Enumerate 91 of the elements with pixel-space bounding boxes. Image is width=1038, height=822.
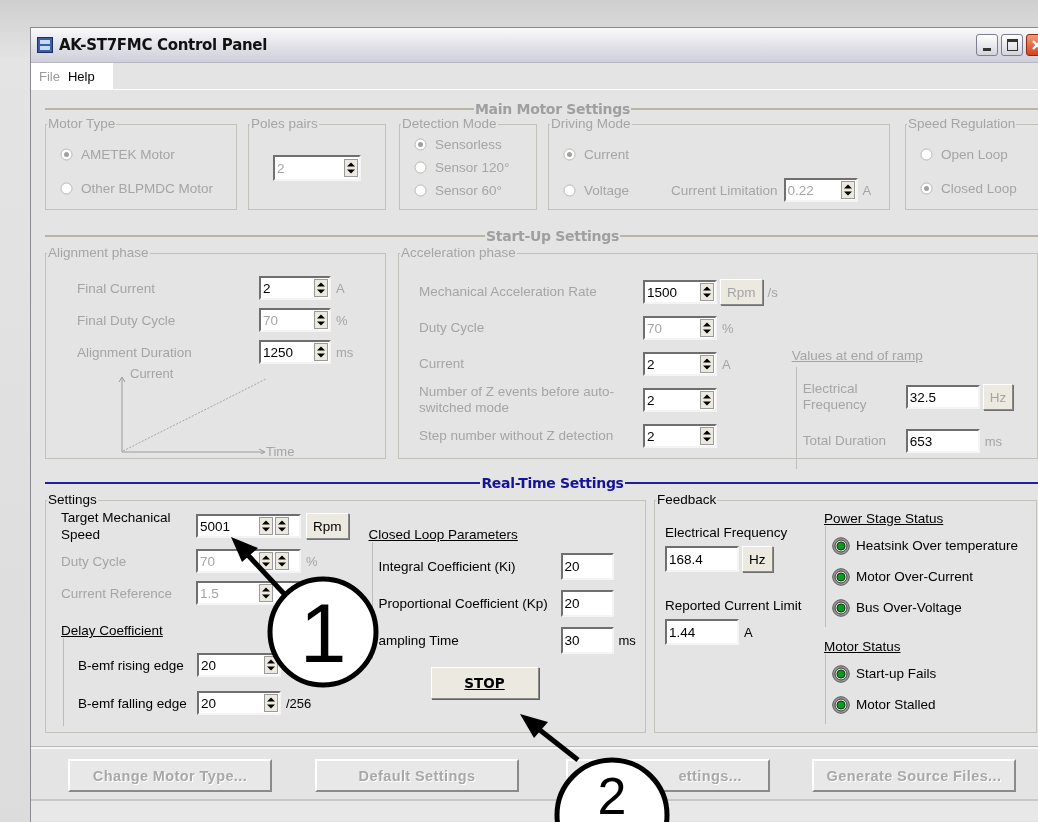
field-label: Electrical Frequency: [665, 525, 789, 540]
status-label: Start-up Fails: [856, 666, 937, 681]
option-label: Voltage: [584, 182, 630, 198]
input-field[interactable]: 20: [560, 553, 614, 580]
status-label: Bus Over-Voltage: [856, 600, 962, 615]
minimize-button[interactable]: [976, 34, 998, 56]
spin-field[interactable]: 20: [197, 691, 281, 715]
axis-label: Time: [266, 444, 295, 459]
subsection-title: Closed Loop Parameters: [368, 527, 518, 542]
field-label: Final Duty Cycle: [77, 312, 177, 328]
unit-label: A: [862, 182, 872, 198]
spin-field[interactable]: 20: [197, 653, 281, 677]
stop-button[interactable]: STOP: [430, 667, 539, 699]
subsection-title: Values at end of ramp: [791, 348, 923, 363]
group-title: Poles pairs: [250, 117, 319, 131]
option-label: Open Loop: [941, 146, 1008, 162]
output-field: 1.44: [665, 619, 739, 645]
option-label: Closed Loop: [941, 180, 1017, 196]
unit-label: %: [336, 312, 348, 328]
spin-buttons[interactable]: [840, 181, 855, 199]
unit-label: ms: [336, 344, 354, 360]
app-icon: [37, 37, 53, 53]
subsection-title: Delay Coefficient: [61, 623, 163, 638]
field-label: B-emf rising edge: [78, 657, 185, 673]
axis-label: Current: [130, 366, 174, 381]
input-field[interactable]: 30: [560, 627, 614, 654]
group-title: Detection Mode: [401, 117, 498, 131]
spin-buttons[interactable]: [264, 694, 278, 712]
group-title: Settings: [47, 493, 98, 507]
field-label: Current Reference: [61, 584, 174, 602]
field-label: Proportional Coefficient (Kp): [378, 596, 549, 611]
numbered-callout: 1: [267, 576, 379, 688]
arrow: [520, 714, 580, 762]
option-label: Other BLPMDC Motor: [81, 180, 214, 196]
group-title: Speed Regulation: [907, 117, 1017, 131]
field-label: Integral Coefficient (Ki): [378, 559, 517, 574]
input-field[interactable]: 20: [560, 590, 614, 617]
field-label: B-emf falling edge: [78, 695, 188, 711]
status-label: Heatsink Over temperature: [856, 538, 1019, 553]
unit-label: /256: [286, 695, 312, 711]
unit-label: ms: [984, 433, 1002, 449]
field-label: ampling Time: [378, 633, 460, 648]
field-label: Final Current: [77, 280, 157, 296]
maximize-button[interactable]: [1001, 34, 1023, 56]
section-title: Main Motor Settings: [474, 101, 632, 117]
subsection-title: Motor Status: [824, 639, 901, 654]
output-field: 168.4: [665, 546, 739, 572]
group-title: Feedback: [656, 493, 718, 507]
spin-buttons[interactable]: [275, 517, 289, 535]
group-title: Motor Type: [47, 117, 117, 131]
option-label: Sensor 120°: [435, 159, 510, 175]
menu-item[interactable]: Help: [65, 68, 101, 84]
spin-buttons[interactable]: [264, 656, 278, 674]
unit-label: %: [306, 553, 318, 569]
field-label: Electrical Frequency: [802, 381, 868, 413]
field-label: Duty Cycle: [61, 552, 128, 570]
option-label: Sensorless: [435, 136, 502, 152]
field-label: Number of Z events before auto-switched mode: [419, 384, 616, 416]
option-label: Current: [584, 146, 629, 162]
field-label: Current Limitation: [671, 182, 778, 198]
unit-label: ms: [618, 633, 636, 648]
subsection-title: Power Stage Status: [824, 511, 944, 526]
option-label: Sensor 60°: [435, 182, 502, 198]
field-label: Duty Cycle: [419, 320, 486, 336]
spin-field[interactable]: 5001: [196, 514, 301, 538]
unit-label: %: [722, 320, 734, 336]
section-title: Real-Time Settings: [480, 475, 625, 491]
group-title: Driving Mode: [550, 117, 632, 131]
field-label: Current: [419, 356, 465, 372]
spin-buttons[interactable]: [259, 517, 273, 535]
field-label: Total Duration: [802, 433, 887, 449]
field-label: Step number without Z detection: [419, 428, 615, 444]
spin-buttons[interactable]: [344, 159, 358, 177]
field-label: Mechanical Acceleration Rate: [419, 284, 598, 300]
status-label: Motor Over-Current: [856, 569, 974, 584]
unit-label: A: [744, 624, 753, 640]
group-title: Alignment phase: [47, 246, 150, 260]
field-label: Target Mechanical Speed: [61, 509, 172, 543]
numbered-callout: 2: [554, 757, 670, 822]
field-label: Reported Current Limit: [665, 598, 803, 613]
section-title: Start-Up Settings: [485, 228, 620, 244]
group-title: Acceleration phase: [400, 246, 517, 260]
unit-label: A: [336, 280, 345, 296]
status-label: Motor Stalled: [856, 697, 936, 712]
unit-button[interactable]: Rpm: [306, 513, 349, 539]
field-label: Alignment Duration: [77, 344, 193, 360]
unit-button[interactable]: Hz: [742, 546, 773, 572]
option-label: AMETEK Motor: [81, 146, 175, 162]
unit-label: A: [722, 356, 731, 372]
window-title: AK-ST7FMC Control Panel: [59, 36, 268, 54]
unit-label: /s: [767, 284, 778, 300]
